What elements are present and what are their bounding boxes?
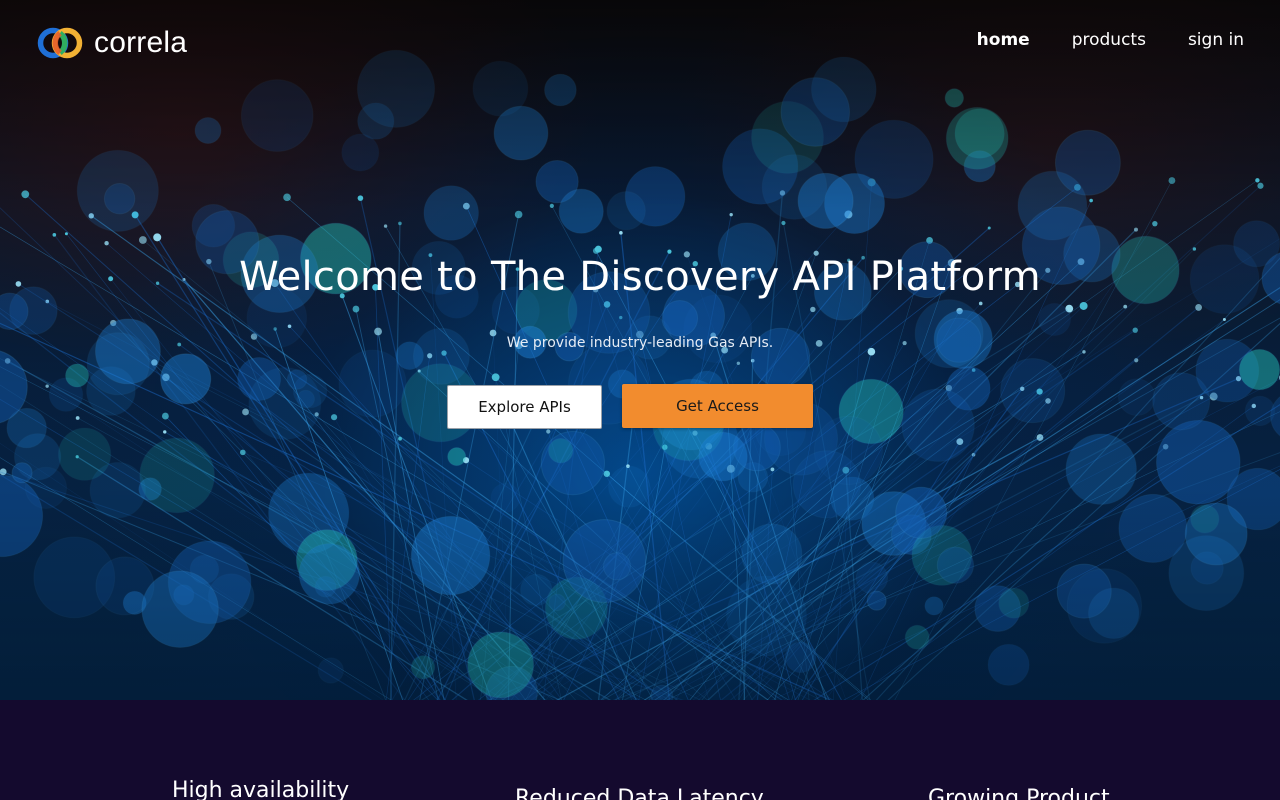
nav-item-sign-in[interactable]: sign in xyxy=(1188,30,1244,50)
nav-item-products[interactable]: products xyxy=(1072,30,1146,50)
brand-logo[interactable]: correla xyxy=(36,24,187,62)
navbar: correla home products sign in xyxy=(0,0,1280,86)
brand-name: correla xyxy=(94,26,188,59)
feature-high-availability: High availability xyxy=(172,778,350,800)
hero-subtitle: We provide industry-leading Gas APIs. xyxy=(506,335,774,351)
main-nav: home products sign in xyxy=(977,30,1244,50)
feature-reduced-data-latency: Reduced Data Latency xyxy=(515,786,764,800)
nav-item-home[interactable]: home xyxy=(977,30,1030,50)
feature-growing-product: Growing Product xyxy=(928,786,1110,800)
get-access-button[interactable]: Get Access xyxy=(622,384,813,428)
features-section: High availability Reduced Data Latency G… xyxy=(0,700,1280,800)
correla-logo-icon xyxy=(37,27,83,59)
explore-apis-button[interactable]: Explore APIs xyxy=(447,385,602,429)
hero-title: Welcome to The Discovery API Platform xyxy=(239,254,1041,300)
hero-section: correla home products sign in Welcome to… xyxy=(0,0,1280,700)
